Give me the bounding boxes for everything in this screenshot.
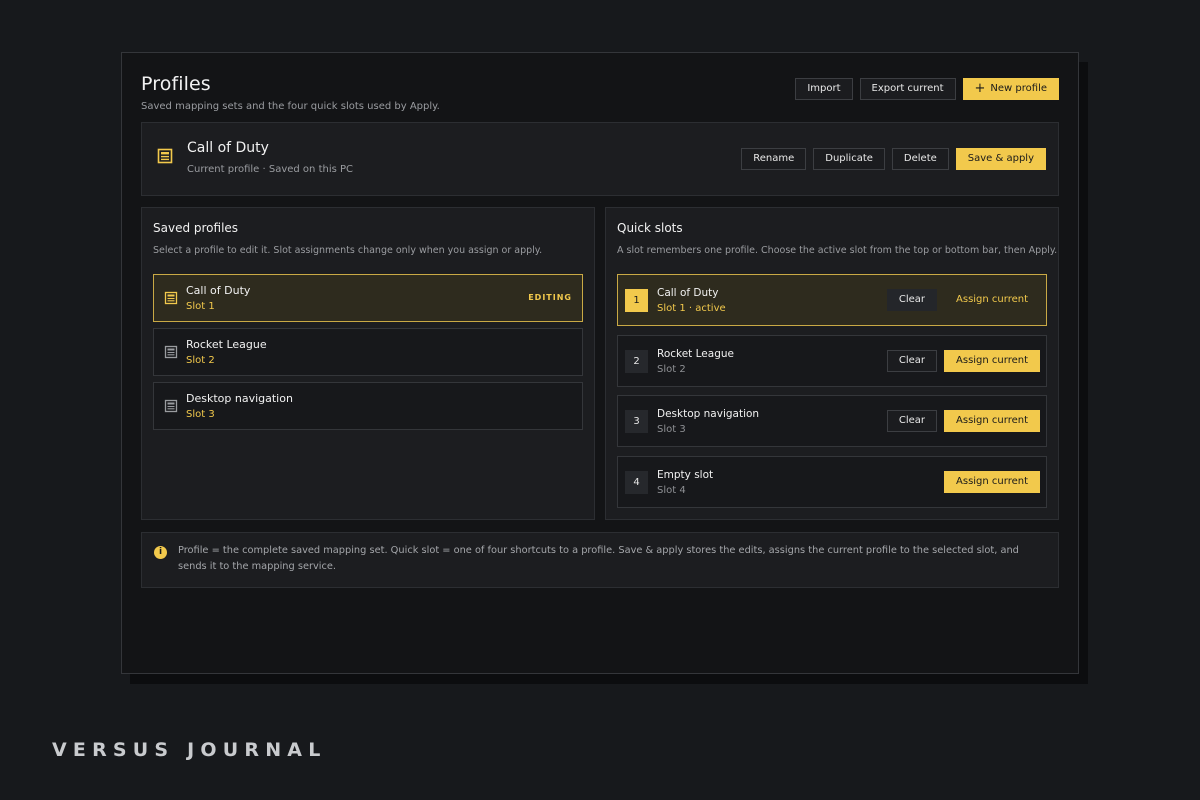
slot-profile-name: Rocket League bbox=[657, 348, 734, 360]
profile-item-desktop-navigation[interactable]: Desktop navigation Slot 3 bbox=[153, 382, 583, 430]
assign-current-button[interactable]: Assign current bbox=[944, 289, 1040, 311]
current-profile-meta: Current profile · Saved on this PC bbox=[187, 164, 354, 175]
slot-profile-name: Call of Duty bbox=[657, 287, 719, 299]
quick-slot-1[interactable]: 1 Call of Duty Slot 1 · active Clear Ass… bbox=[617, 274, 1047, 326]
delete-button[interactable]: Delete bbox=[891, 148, 949, 170]
assign-current-button[interactable]: Assign current bbox=[944, 350, 1040, 372]
profiles-window: Profiles Saved mapping sets and the four… bbox=[121, 52, 1079, 674]
info-icon: i bbox=[154, 546, 167, 559]
clear-slot-button[interactable]: Clear bbox=[886, 350, 938, 372]
profile-document-icon bbox=[164, 291, 178, 305]
slot-profile-name: Desktop navigation bbox=[657, 408, 760, 420]
profile-document-icon bbox=[164, 345, 178, 359]
slot-status: Slot 3 bbox=[657, 424, 686, 435]
rename-button[interactable]: Rename bbox=[741, 148, 807, 170]
import-button[interactable]: Import bbox=[795, 78, 853, 100]
slot-actions: Clear Assign current bbox=[886, 289, 1040, 311]
slot-actions: Clear Assign current bbox=[886, 350, 1040, 372]
current-profile-card: Call of Duty Current profile · Saved on … bbox=[141, 122, 1059, 196]
page-header: Profiles Saved mapping sets and the four… bbox=[141, 73, 440, 112]
saved-profiles-panel: Saved profiles Select a profile to edit … bbox=[141, 207, 595, 520]
plus-icon: + bbox=[974, 81, 986, 96]
brand-wordmark: VERSUS JOURNAL bbox=[52, 739, 327, 761]
profile-item-rocket-league[interactable]: Rocket League Slot 2 bbox=[153, 328, 583, 376]
duplicate-button[interactable]: Duplicate bbox=[813, 148, 885, 170]
profile-item-name: Call of Duty bbox=[186, 284, 251, 297]
quick-slots-panel: Quick slots A slot remembers one profile… bbox=[605, 207, 1059, 520]
new-profile-button[interactable]: + New profile bbox=[962, 78, 1059, 100]
saved-profiles-description: Select a profile to edit it. Slot assign… bbox=[153, 245, 543, 256]
profile-item-name: Desktop navigation bbox=[186, 392, 293, 405]
header-actions: Import Export current + New profile bbox=[795, 78, 1059, 100]
editing-badge: EDITING bbox=[528, 293, 572, 302]
slot-actions: Clear Assign current bbox=[886, 410, 1040, 432]
current-profile-actions: Rename Duplicate Delete Save & apply bbox=[741, 148, 1046, 170]
quick-slots-description: A slot remembers one profile. Choose the… bbox=[617, 245, 1058, 256]
slot-number: 4 bbox=[625, 471, 648, 494]
quick-slot-4[interactable]: 4 Empty slot Slot 4 Assign current bbox=[617, 456, 1047, 508]
profile-item-slot: Slot 2 bbox=[186, 355, 215, 366]
current-profile-name: Call of Duty bbox=[187, 140, 269, 156]
slot-actions: Assign current bbox=[944, 471, 1040, 493]
quick-slot-3[interactable]: 3 Desktop navigation Slot 3 Clear Assign… bbox=[617, 395, 1047, 447]
profile-item-name: Rocket League bbox=[186, 338, 267, 351]
info-bar: i Profile = the complete saved mapping s… bbox=[141, 532, 1059, 588]
page-subtitle: Saved mapping sets and the four quick sl… bbox=[141, 101, 440, 112]
assign-current-button[interactable]: Assign current bbox=[944, 410, 1040, 432]
assign-current-button[interactable]: Assign current bbox=[944, 471, 1040, 493]
slot-number: 2 bbox=[625, 350, 648, 373]
slot-number: 1 bbox=[625, 289, 648, 312]
new-profile-label: New profile bbox=[990, 83, 1047, 94]
page-title: Profiles bbox=[141, 73, 211, 95]
profile-item-slot: Slot 1 bbox=[186, 301, 215, 312]
quick-slot-2[interactable]: 2 Rocket League Slot 2 Clear Assign curr… bbox=[617, 335, 1047, 387]
slot-profile-name: Empty slot bbox=[657, 469, 714, 481]
save-apply-button[interactable]: Save & apply bbox=[955, 148, 1046, 170]
slot-status: Slot 1 · active bbox=[657, 303, 726, 314]
export-current-button[interactable]: Export current bbox=[859, 78, 956, 100]
slot-status: Slot 4 bbox=[657, 485, 686, 496]
profile-document-icon bbox=[164, 399, 178, 413]
slot-number: 3 bbox=[625, 410, 648, 433]
info-text: Profile = the complete saved mapping set… bbox=[178, 545, 1019, 572]
clear-slot-button[interactable]: Clear bbox=[886, 410, 938, 432]
slot-status: Slot 2 bbox=[657, 364, 686, 375]
profile-document-icon bbox=[157, 148, 173, 164]
saved-profiles-title: Saved profiles bbox=[153, 221, 239, 235]
clear-slot-button[interactable]: Clear bbox=[886, 289, 938, 311]
quick-slots-title: Quick slots bbox=[617, 221, 683, 235]
profile-item-slot: Slot 3 bbox=[186, 409, 215, 420]
profile-item-call-of-duty[interactable]: Call of Duty Slot 1 EDITING bbox=[153, 274, 583, 322]
